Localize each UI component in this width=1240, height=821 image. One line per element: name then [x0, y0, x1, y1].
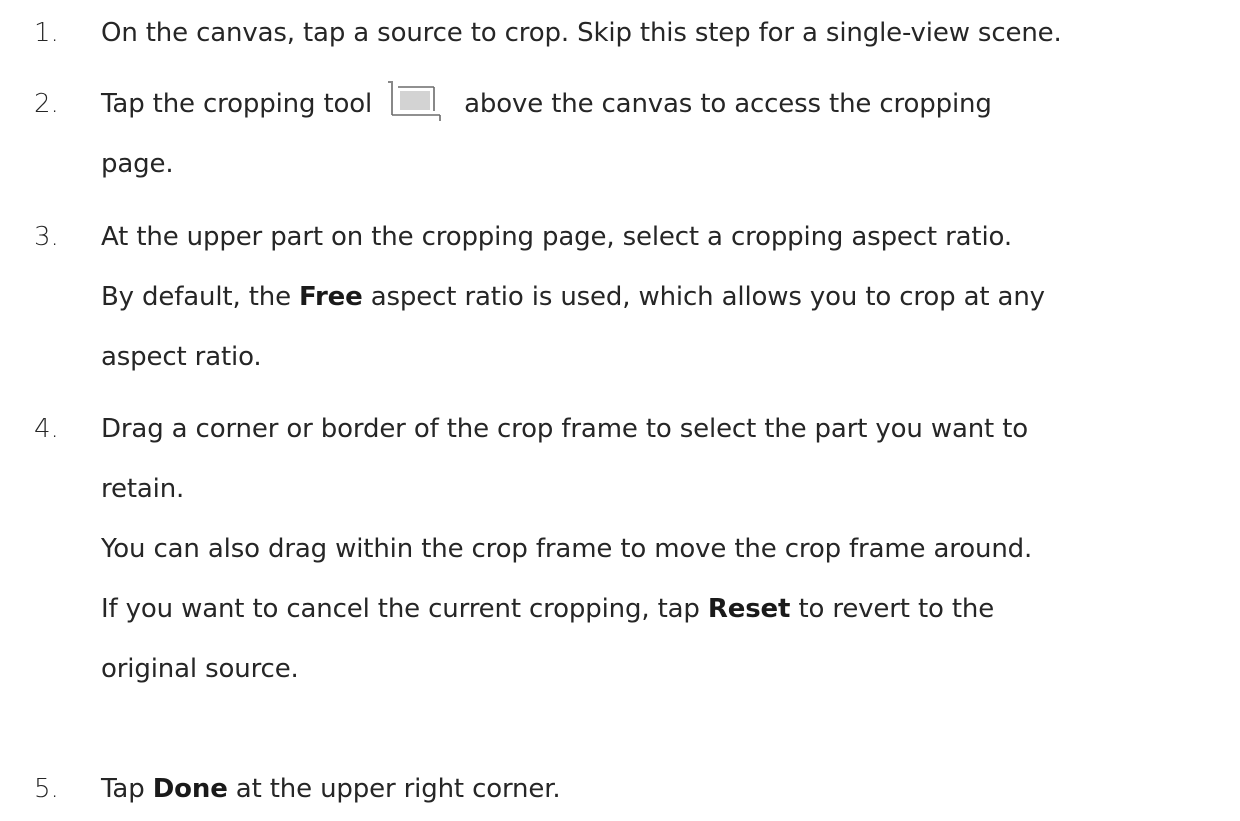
step-text: Drag a corner or border of the crop fram… [101, 399, 1231, 699]
step-text: At the upper part on the cropping page, … [101, 207, 1231, 387]
step-line: You can also drag within the crop frame … [101, 534, 1033, 564]
step-text: On the canvas, tap a source to crop. Ski… [101, 3, 1231, 63]
step-line: Tap Done at the upper right corner. [101, 774, 561, 804]
step-number: 3. [34, 222, 59, 252]
step-line: Drag a corner or border of the crop fram… [101, 414, 1029, 444]
step-line: On the canvas, tap a source to crop. Ski… [101, 18, 1062, 48]
free-option-label: Free [299, 282, 363, 312]
step-line: aspect ratio. [101, 342, 262, 372]
step-line: retain. [101, 474, 185, 504]
step-text: Tap Done at the upper right corner. [101, 759, 1231, 819]
step-line: At the upper part on the cropping page, … [101, 222, 1012, 252]
step-line: By default, the Free aspect ratio is use… [101, 282, 1045, 312]
step-line: original source. [101, 654, 299, 684]
step-number: 1. [34, 18, 59, 48]
reset-button-label: Reset [707, 594, 791, 624]
crop-tool-icon [388, 81, 450, 121]
step-number: 4. [34, 414, 59, 444]
done-button-label: Done [152, 774, 228, 804]
step-line: page. [101, 149, 174, 179]
step-line: If you want to cancel the current croppi… [101, 594, 995, 624]
step-text-run: above the canvas to access the cropping [464, 89, 992, 119]
step-line: Tap the cropping tool above the canvas t… [101, 74, 1231, 134]
step-number: 5. [34, 774, 59, 804]
step-number: 2. [34, 89, 59, 119]
step-text-run: Tap the cropping tool [101, 89, 373, 119]
step-text: Tap the cropping tool above the canvas t… [101, 74, 1231, 194]
